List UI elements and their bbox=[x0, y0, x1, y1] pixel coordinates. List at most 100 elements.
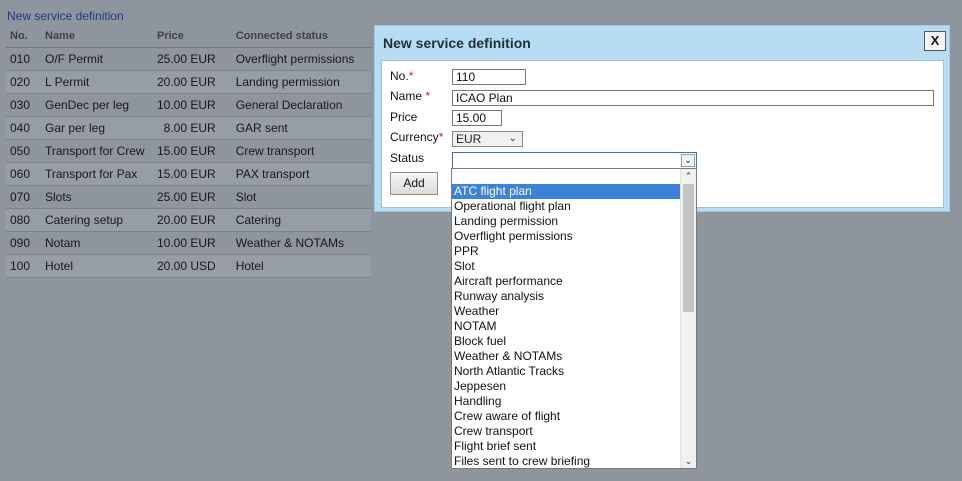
status-label: Status bbox=[390, 151, 425, 165]
cell-name: Slots bbox=[41, 185, 157, 209]
status-option[interactable]: Handling bbox=[452, 394, 681, 409]
column-header-no: No. bbox=[6, 25, 41, 48]
status-option[interactable]: ATC flight plan bbox=[452, 184, 681, 199]
cell-price: 8.00 EUR bbox=[157, 116, 232, 140]
table-header-row: No. Name Price Connected status bbox=[6, 25, 371, 48]
name-field[interactable]: ICAO Plan bbox=[452, 90, 934, 106]
cell-connected-status: Landing permission bbox=[231, 70, 371, 94]
status-option[interactable]: Weather & NOTAMs bbox=[452, 349, 681, 364]
cell-price: 20.00 USD bbox=[157, 254, 232, 278]
cell-no: 100 bbox=[6, 254, 41, 278]
currency-value: EUR bbox=[456, 132, 482, 146]
modal-title: New service definition bbox=[383, 35, 531, 51]
add-button[interactable]: Add bbox=[390, 172, 438, 195]
close-button[interactable]: X bbox=[924, 31, 946, 51]
cell-name: Hotel bbox=[41, 254, 157, 278]
cell-no: 060 bbox=[6, 162, 41, 186]
cell-no: 040 bbox=[6, 116, 41, 140]
cell-connected-status: PAX transport bbox=[231, 162, 371, 186]
table-row[interactable]: 060 Transport for Pax 15.00 EUR PAX transpo… bbox=[6, 162, 371, 186]
cell-price: 15.00 EUR bbox=[157, 162, 232, 186]
cell-connected-status: Catering bbox=[231, 208, 371, 232]
scroll-thumb[interactable] bbox=[683, 184, 694, 312]
status-option[interactable]: NOTAM bbox=[452, 319, 681, 334]
cell-price: 25.00 EUR bbox=[157, 47, 232, 71]
status-option[interactable]: Landing permission bbox=[452, 214, 681, 229]
cell-connected-status: Hotel bbox=[231, 254, 371, 278]
chevron-down-icon: ⌄ bbox=[508, 133, 517, 144]
status-option[interactable]: PPR bbox=[452, 244, 681, 259]
status-option[interactable]: North Atlantic Tracks bbox=[452, 364, 681, 379]
table-row[interactable]: 070 Slots 25.00 EUR Slot bbox=[6, 185, 371, 209]
status-option[interactable]: Aircraft performance bbox=[452, 274, 681, 289]
table-row[interactable]: 020 L Permit 20.00 EUR Landing permission bbox=[6, 70, 371, 94]
cell-no: 030 bbox=[6, 93, 41, 117]
column-header-connected-status: Connected status bbox=[231, 25, 371, 48]
cell-price: 10.00 EUR bbox=[157, 93, 232, 117]
services-table: No. Name Price Connected status 010 O/F P… bbox=[6, 25, 371, 278]
status-option[interactable]: Files sent to crew briefing bbox=[452, 454, 681, 468]
cell-connected-status: Overflight permissions bbox=[231, 47, 371, 71]
status-dropdown-list[interactable]: ATC flight plan Operational flight plan La… bbox=[451, 168, 697, 469]
scroll-up-icon[interactable]: ⌃ bbox=[681, 169, 696, 183]
new-service-definition-link[interactable]: New service definition bbox=[7, 9, 124, 23]
required-mark: * bbox=[438, 130, 444, 144]
status-option[interactable]: Slot bbox=[452, 259, 681, 274]
table-body: 010 O/F Permit 25.00 EUR Overflight permiss… bbox=[6, 47, 371, 278]
column-header-price: Price bbox=[157, 25, 232, 48]
status-option[interactable]: Operational flight plan bbox=[452, 199, 681, 214]
cell-no: 050 bbox=[6, 139, 41, 163]
cell-name: O/F Permit bbox=[41, 47, 157, 71]
required-mark: * bbox=[408, 69, 414, 83]
no-field[interactable]: 110 bbox=[452, 69, 526, 85]
status-option[interactable]: Overflight permissions bbox=[452, 229, 681, 244]
dropdown-scrollbar[interactable]: ⌃ ⌄ bbox=[680, 169, 696, 468]
table-row[interactable]: 090 Notam 10.00 EUR Weather & NOTAMs bbox=[6, 231, 371, 255]
table-row[interactable]: 100 Hotel 20.00 USD Hotel bbox=[6, 254, 371, 278]
cell-name: Notam bbox=[41, 231, 157, 255]
currency-select[interactable]: EUR ⌄ bbox=[452, 131, 523, 147]
cell-no: 080 bbox=[6, 208, 41, 232]
cell-connected-status: Weather & NOTAMs bbox=[231, 231, 371, 255]
status-options: ATC flight plan Operational flight plan La… bbox=[452, 184, 681, 468]
price-field[interactable]: 15.00 bbox=[452, 110, 502, 126]
cell-connected-status: Crew transport bbox=[231, 139, 371, 163]
cell-no: 010 bbox=[6, 47, 41, 71]
close-icon: X bbox=[930, 33, 940, 48]
currency-label: Currency* bbox=[390, 130, 444, 144]
cell-connected-status: General Declaration bbox=[231, 93, 371, 117]
name-label: Name * bbox=[390, 89, 431, 103]
status-option[interactable]: Runway analysis bbox=[452, 289, 681, 304]
cell-price: 10.00 EUR bbox=[157, 231, 232, 255]
column-header-name: Name bbox=[41, 25, 157, 48]
chevron-down-icon[interactable]: ⌄ bbox=[681, 154, 695, 167]
status-option[interactable]: Crew transport bbox=[452, 424, 681, 439]
cell-no: 070 bbox=[6, 185, 41, 209]
cell-connected-status: Slot bbox=[231, 185, 371, 209]
no-label: No.* bbox=[390, 69, 414, 83]
cell-no: 090 bbox=[6, 231, 41, 255]
cell-name: GenDec per leg bbox=[41, 93, 157, 117]
status-option[interactable]: Crew aware of flight bbox=[452, 409, 681, 424]
table-row[interactable]: 010 O/F Permit 25.00 EUR Overflight permiss… bbox=[6, 47, 371, 71]
scroll-down-icon[interactable]: ⌄ bbox=[681, 454, 696, 468]
status-select[interactable]: ⌄ bbox=[452, 152, 697, 169]
status-option[interactable]: Weather bbox=[452, 304, 681, 319]
price-label: Price bbox=[390, 110, 418, 124]
cell-price: 20.00 EUR bbox=[157, 70, 232, 94]
cell-price: 20.00 EUR bbox=[157, 208, 232, 232]
status-option[interactable]: Block fuel bbox=[452, 334, 681, 349]
table-row[interactable]: 030 GenDec per leg 10.00 EUR General Declar… bbox=[6, 93, 371, 117]
cell-name: Transport for Crew bbox=[41, 139, 157, 163]
cell-price: 15.00 EUR bbox=[157, 139, 232, 163]
status-option[interactable]: Flight brief sent bbox=[452, 439, 681, 454]
cell-price: 25.00 EUR bbox=[157, 185, 232, 209]
cell-no: 020 bbox=[6, 70, 41, 94]
cell-name: L Permit bbox=[41, 70, 157, 94]
table-row[interactable]: 040 Gar per leg 8.00 EUR GAR sent bbox=[6, 116, 371, 140]
cell-connected-status: GAR sent bbox=[231, 116, 371, 140]
cell-name: Transport for Pax bbox=[41, 162, 157, 186]
status-option[interactable]: Jeppesen bbox=[452, 379, 681, 394]
table-row[interactable]: 050 Transport for Crew 15.00 EUR Crew trans… bbox=[6, 139, 371, 163]
table-row[interactable]: 080 Catering setup 20.00 EUR Catering bbox=[6, 208, 371, 232]
